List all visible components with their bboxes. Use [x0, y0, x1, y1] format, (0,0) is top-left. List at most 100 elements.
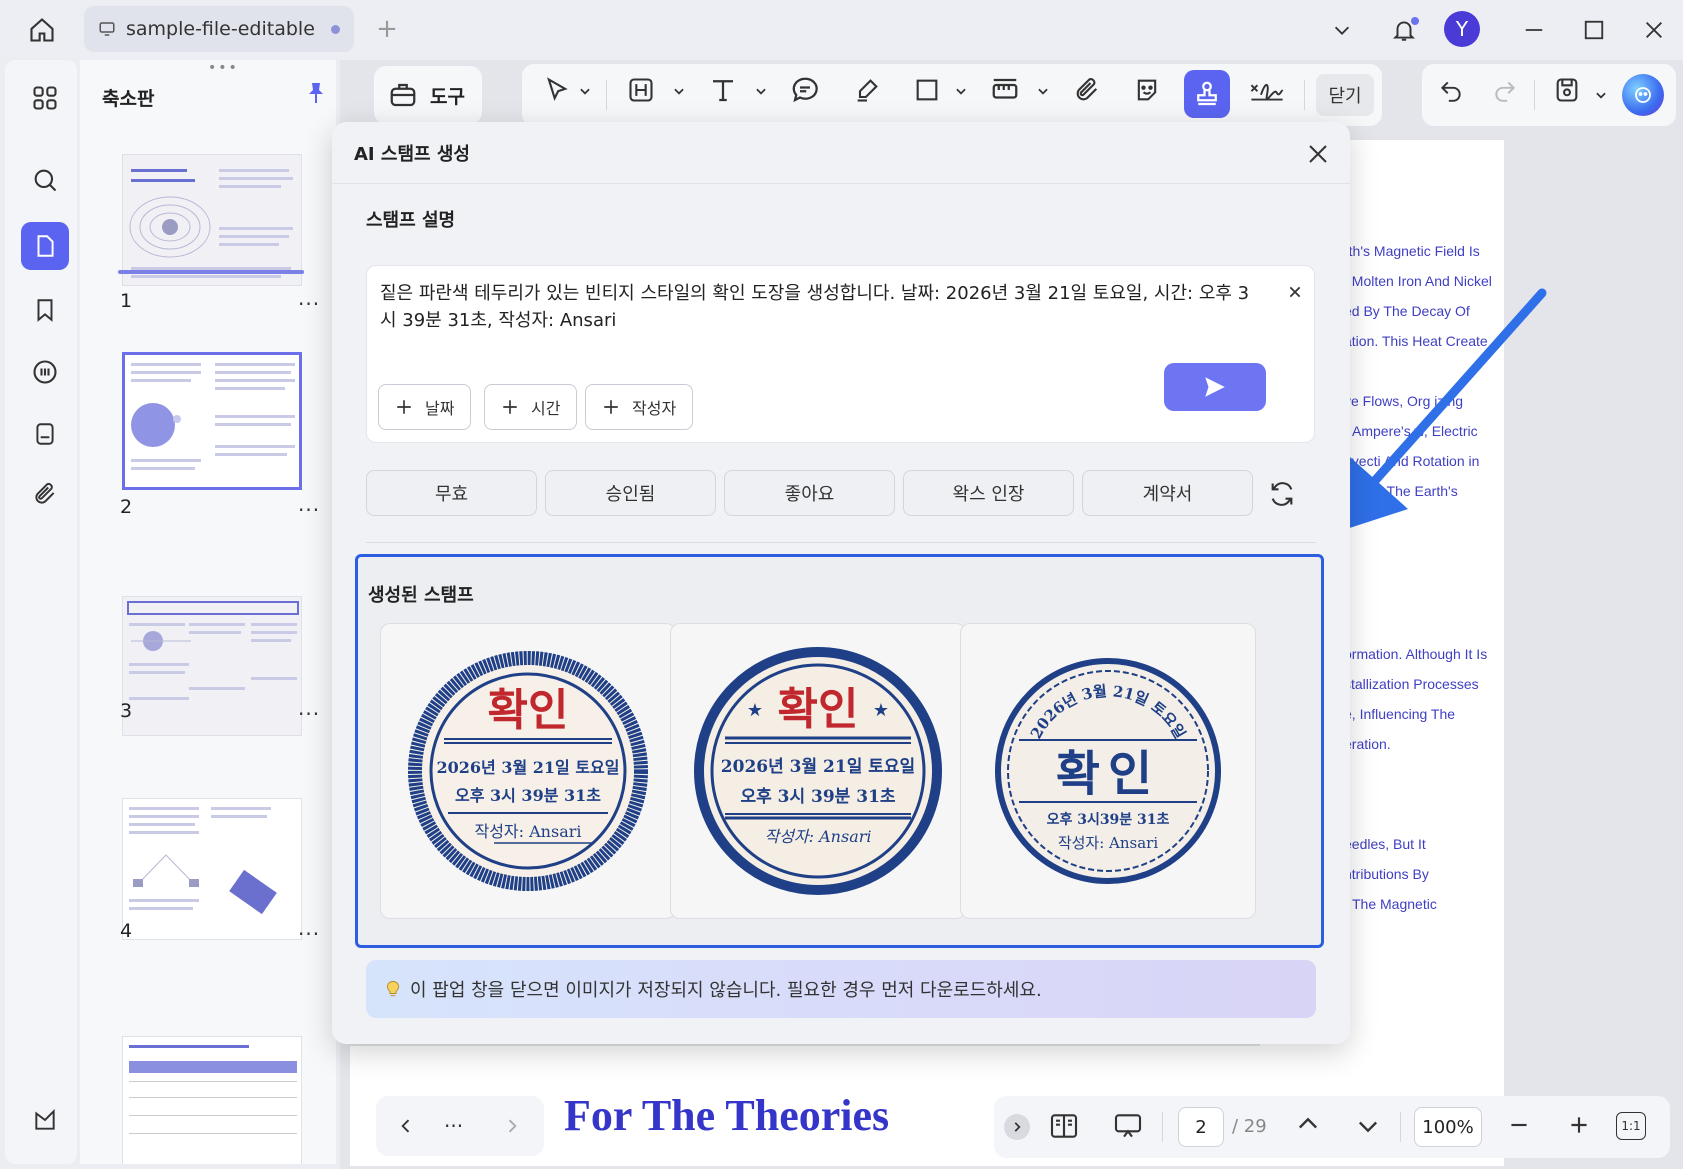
comment-icon [33, 360, 57, 384]
dialog-close-button[interactable] [1298, 134, 1338, 174]
rail-comments-button[interactable] [21, 348, 69, 396]
shape-tool-button[interactable] [904, 64, 950, 116]
comment-tool-button[interactable] [782, 64, 828, 116]
avatar[interactable]: Y [1444, 11, 1480, 47]
thumbnail-more-button[interactable]: ... [298, 286, 320, 310]
page-up-button[interactable] [1294, 1110, 1322, 1142]
undo-button[interactable] [1428, 64, 1474, 116]
thumbnail-number: 1 [120, 290, 133, 312]
rail-bookmarks-button[interactable] [21, 286, 69, 334]
close-toolbar-button[interactable]: 닫기 [1316, 74, 1374, 116]
redo-button[interactable] [1482, 64, 1528, 116]
presentation-button[interactable] [1112, 1110, 1144, 1146]
toolbar-divider [1162, 1112, 1163, 1142]
signature-tool-button[interactable] [1244, 64, 1290, 116]
measure-tool-button[interactable] [982, 64, 1028, 116]
new-tab-button[interactable]: + [370, 12, 404, 46]
save-button[interactable] [1544, 64, 1590, 116]
doc-section-heading: For The Theories [564, 1091, 890, 1140]
stamp-title: 확인 [778, 684, 859, 735]
thumbnail-number: 3 [120, 700, 133, 722]
rail-attachments-button[interactable] [21, 470, 69, 518]
preset-approved[interactable]: 승인됨 [545, 470, 716, 516]
highlighter-tool-button[interactable] [844, 64, 890, 116]
stamp-author: 작성자: Ansari [1058, 834, 1159, 852]
page-thumbnail-3[interactable] [122, 596, 302, 736]
tabs-dropdown-button[interactable] [1322, 10, 1362, 50]
current-page-input[interactable]: 2 [1178, 1107, 1224, 1147]
home-button[interactable] [20, 10, 64, 50]
text-tool-button[interactable] [700, 64, 746, 116]
page-thumbnail-2[interactable] [122, 352, 302, 490]
page-thumbnail-4[interactable] [122, 798, 302, 940]
stamp-tool-button[interactable] [1184, 70, 1230, 118]
generated-stamp-card[interactable]: 2026년 3월 21일 토요일 확인 오후 3시39분 31초 작성자: An… [960, 623, 1256, 919]
refresh-presets-button[interactable] [1262, 474, 1302, 514]
chip-label: 시간 [531, 399, 561, 418]
sticker-icon [1137, 79, 1157, 101]
rail-thumbnails-button[interactable] [21, 222, 69, 270]
document-tab[interactable]: sample-file-editable [84, 6, 354, 52]
add-author-chip[interactable]: 작성자 [585, 384, 694, 430]
thumbnail-more-button[interactable]: ... [298, 492, 320, 516]
select-tool-button[interactable] [534, 64, 580, 116]
description-input[interactable]: 짙은 파란색 테두리가 있는 빈티지 스타일의 확인 도장을 생성합니다. 날짜… [366, 265, 1315, 443]
rail-search-button[interactable] [21, 156, 69, 204]
add-date-chip[interactable]: 날짜 [378, 384, 472, 430]
close-window-button[interactable] [1634, 10, 1674, 50]
toolbar-divider [606, 80, 607, 110]
page-layout-button[interactable] [1048, 1110, 1080, 1146]
actual-size-button[interactable]: 1:1 [1616, 1112, 1646, 1140]
file-monitor-icon [99, 22, 115, 36]
notifications-button[interactable] [1384, 10, 1424, 50]
chevron-down-icon[interactable] [672, 84, 686, 98]
expand-controls-button[interactable] [1004, 1114, 1030, 1140]
zoom-out-button[interactable] [1506, 1112, 1532, 1142]
heading-icon [629, 78, 653, 102]
page-thumbnail-5[interactable] [122, 1036, 302, 1164]
minimize-button[interactable] [1514, 10, 1554, 50]
generated-stamp-card[interactable]: ★ ★ 확인 2026년 3월 21일 토요일 오후 3시 39분 31초 작성… [670, 623, 966, 919]
stamp-date: 2026년 3월 21일 토요일 [721, 757, 915, 777]
pin-panel-button[interactable] [304, 80, 328, 110]
add-time-chip[interactable]: 시간 [484, 384, 578, 430]
attach-tool-button[interactable] [1064, 64, 1110, 116]
chevron-down-icon[interactable] [578, 84, 592, 98]
next-button[interactable] [496, 1110, 528, 1142]
panel-drag-handle[interactable]: ••• [208, 60, 239, 76]
tools-label: 도구 [430, 86, 465, 108]
thumbnail-more-button[interactable]: ... [298, 696, 320, 720]
svg-text:★: ★ [873, 700, 889, 721]
zoom-level-input[interactable]: 100% [1414, 1107, 1482, 1147]
page-thumbnail-1[interactable] [122, 154, 302, 286]
clear-description-button[interactable] [1283, 280, 1307, 304]
description-text[interactable]: 짙은 파란색 테두리가 있는 빈티지 스타일의 확인 도장을 생성합니다. 날짜… [380, 280, 1250, 334]
rail-form-button[interactable] [21, 410, 69, 458]
zoom-in-button[interactable] [1566, 1112, 1592, 1142]
thumbnail-more-button[interactable]: ... [298, 916, 320, 940]
maximize-button[interactable] [1574, 10, 1614, 50]
ai-assistant-button[interactable] [1622, 74, 1664, 116]
generate-send-button[interactable] [1164, 363, 1266, 411]
thumbnail-number: 4 [120, 920, 133, 942]
chevron-down-icon[interactable] [1036, 84, 1050, 98]
preset-like[interactable]: 좋아요 [724, 470, 895, 516]
chevron-down-icon[interactable] [954, 84, 968, 98]
page-down-button[interactable] [1354, 1112, 1382, 1144]
preset-wax-seal[interactable]: 왁스 인장 [903, 470, 1074, 516]
chevron-down-icon[interactable] [754, 84, 768, 98]
rail-theme-button[interactable] [21, 1096, 69, 1144]
previous-button[interactable] [390, 1110, 422, 1142]
rail-apps-button[interactable] [21, 74, 69, 122]
more-button[interactable]: ... [444, 1108, 463, 1132]
generated-stamp-card[interactable]: 확인 2026년 3월 21일 토요일 오후 3시 39분 31초 작성자: A… [380, 623, 676, 919]
preset-contract[interactable]: 계약서 [1082, 470, 1253, 516]
sticker-tool-button[interactable] [1124, 64, 1170, 116]
generated-stamps-panel: 생성된 스탬프 확인 2026년 3월 21일 토요일 오후 3시 39분 31… [355, 554, 1324, 948]
preset-void[interactable]: 무효 [366, 470, 537, 516]
chevron-down-icon[interactable] [1594, 88, 1608, 102]
comment-icon [792, 77, 818, 103]
heading-tool-button[interactable] [618, 64, 664, 116]
stamp-image: 확인 2026년 3월 21일 토요일 오후 3시 39분 31초 작성자: A… [408, 651, 648, 891]
tools-menu-button[interactable]: 도구 [374, 66, 482, 124]
